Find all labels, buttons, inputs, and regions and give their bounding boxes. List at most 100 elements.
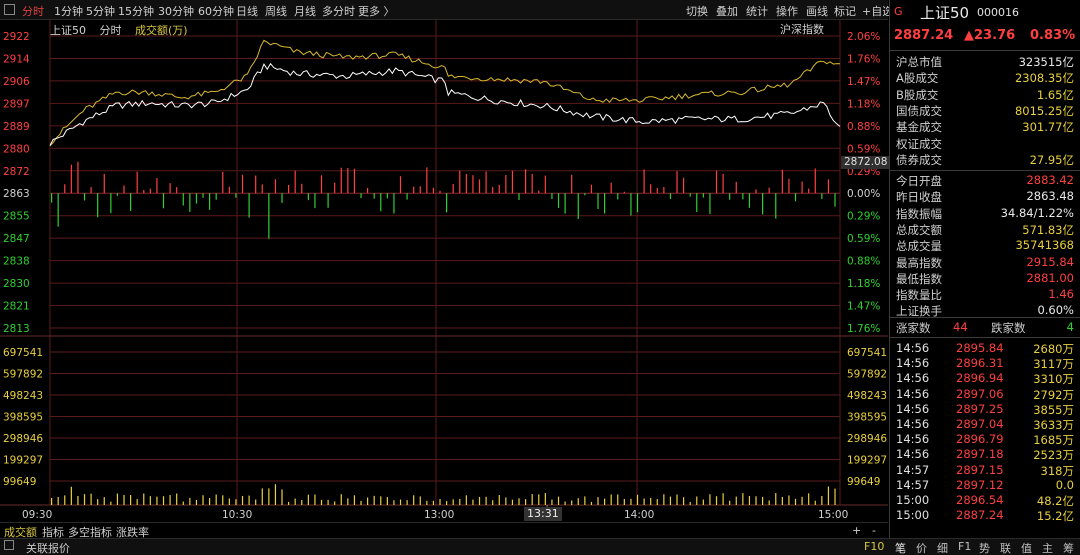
volume-bar: [83, 494, 86, 505]
index-select-button[interactable]: 沪深指数: [780, 21, 824, 37]
panel-tab-1[interactable]: 价: [916, 540, 927, 555]
price-tick-label: 2889: [3, 121, 30, 133]
panel-tab-4[interactable]: 势: [979, 540, 990, 555]
volume-bar: [301, 499, 303, 505]
buy-sell-bar: [413, 186, 415, 194]
buy-sell-bar: [162, 193, 165, 209]
panel-tab-0[interactable]: 笔: [895, 540, 906, 555]
toolbar-period-3[interactable]: 15分钟: [118, 3, 154, 19]
time-tick-label: 15:00: [818, 509, 848, 521]
toolbar-period-2[interactable]: 5分钟: [86, 3, 115, 19]
volume-bar: [452, 499, 454, 505]
panel-tab-7[interactable]: 主: [1042, 540, 1053, 555]
related-quote-link[interactable]: 关联报价: [26, 540, 70, 555]
panel-tab-2[interactable]: 细: [937, 540, 948, 555]
stat-row: A股成交 2308.35亿: [896, 70, 1074, 86]
stat-label: 债券成交: [896, 152, 942, 167]
volume-bar: [347, 498, 349, 505]
toolbar-period-8[interactable]: 月线: [294, 3, 316, 19]
trade-amount: 3633万: [1033, 418, 1074, 432]
volume-bar: [51, 497, 53, 505]
trade-amount: 0.0: [1055, 477, 1074, 492]
toolbar-action-4[interactable]: 画线: [806, 3, 828, 19]
buy-sell-bar: [814, 168, 816, 194]
volume-bar: [274, 484, 277, 505]
stat-value: 2881.00: [1026, 270, 1074, 285]
stat-row: 今日开盘 2883.42: [896, 173, 1074, 189]
toolbar-period-1[interactable]: 1分钟: [54, 3, 83, 19]
buy-sell-bar: [103, 173, 105, 194]
stat-value: 2863.48: [1026, 189, 1074, 204]
toolbar-period-4[interactable]: 30分钟: [158, 3, 194, 19]
buy-sell-bar: [478, 179, 481, 194]
buy-sell-bar: [182, 193, 184, 206]
chart-toolbar: 分时 1分钟 5分钟 15分钟 30分钟 60分钟 日线 周线 月线 多分时 更多 〉 切换 叠加 统计操…: [0, 0, 893, 20]
pct-tick-label: 0.59%: [847, 143, 880, 155]
trade-row: 14:56 2897.25 3855万: [896, 402, 1074, 417]
volume-bar: [531, 494, 533, 505]
volume-bar: [643, 498, 645, 505]
stat-row: B股成交 1.65亿: [896, 87, 1074, 103]
toolbar-period-7[interactable]: 周线: [265, 3, 287, 19]
stat-label: B股成交: [896, 87, 939, 102]
toolbar-action-5[interactable]: 标记: [834, 3, 856, 19]
intraday-chart[interactable]: 2922 2.06% 2914 1.76% 2906 1.47% 2897 1.18% 2889…: [0, 20, 888, 522]
buy-sell-bar: [340, 167, 342, 194]
toolbar-period-6[interactable]: 日线: [236, 3, 258, 19]
volume-bar: [636, 494, 639, 505]
menu-icon[interactable]: [4, 4, 15, 15]
trade-amount: 2680万: [1033, 342, 1074, 356]
volume-bar: [307, 494, 309, 505]
panel-tab-8[interactable]: 筹: [1063, 540, 1074, 555]
panel-tab-6[interactable]: 值: [1021, 540, 1032, 555]
volume-bar: [123, 494, 125, 505]
toolbar-period-10[interactable]: 更多 〉: [358, 3, 395, 19]
volume-tick-label: 398595: [3, 412, 43, 424]
toolbar-period-5[interactable]: 60分钟: [198, 3, 234, 19]
trade-amount: 3117万: [1033, 357, 1074, 372]
trade-row: 14:56 2896.31 3117万: [896, 356, 1074, 371]
trade-row: 14:57 2897.15 318万: [896, 463, 1074, 478]
stat-label: 基金成交: [896, 120, 942, 135]
f10-button[interactable]: F10: [864, 540, 884, 553]
volume-bar: [511, 499, 514, 505]
toolbar-period-0[interactable]: 分时: [22, 3, 44, 19]
volume-bar: [77, 495, 79, 505]
price-tick-label: 2847: [3, 233, 30, 245]
volume-bar: [472, 499, 474, 505]
panel-tab-3[interactable]: F1: [958, 540, 971, 553]
trade-price: 2896.79: [956, 432, 1004, 447]
toolbar-action-3[interactable]: 操作: [776, 3, 798, 19]
buy-sell-bar: [715, 170, 718, 194]
volume-bar: [834, 488, 836, 505]
stat-row: 国债成交 8015.25亿: [896, 103, 1074, 119]
stat-row: 最低指数 2881.00: [896, 271, 1074, 287]
buy-sell-bar: [373, 193, 375, 199]
volume-bar: [465, 495, 467, 505]
volume-bar: [393, 500, 395, 505]
volume-bar: [439, 498, 441, 505]
volume-bar: [103, 497, 105, 505]
buy-sell-bar: [347, 167, 349, 194]
volume-bar: [202, 495, 204, 505]
toolbar-action-1[interactable]: 叠加: [716, 3, 738, 19]
buy-sell-bar: [604, 193, 606, 214]
zoom-in-button[interactable]: +: [852, 524, 861, 537]
volume-bar: [597, 497, 599, 505]
panel-tab-5[interactable]: 联: [1000, 540, 1011, 555]
breadth-row: 涨家数 44 跌家数 4: [896, 320, 1074, 336]
price-tick-label: 2863: [3, 188, 30, 200]
volume-bar: [808, 493, 810, 505]
trade-row: 14:56 2896.79 1685万: [896, 432, 1074, 447]
legend-volume: 成交额(万): [135, 24, 188, 37]
buy-sell-bar: [228, 186, 230, 194]
toolbar-action-0[interactable]: 切换: [686, 3, 708, 19]
volume-bar: [386, 497, 388, 505]
toolbar-action-2[interactable]: 统计: [746, 3, 768, 19]
price-change: ▲23.76: [964, 28, 1016, 43]
zoom-out-button[interactable]: -: [872, 524, 876, 537]
price-tick-label: 2872: [3, 166, 30, 178]
volume-bar: [70, 486, 72, 505]
volume-bar: [419, 496, 421, 505]
toolbar-period-9[interactable]: 多分时: [322, 3, 355, 19]
